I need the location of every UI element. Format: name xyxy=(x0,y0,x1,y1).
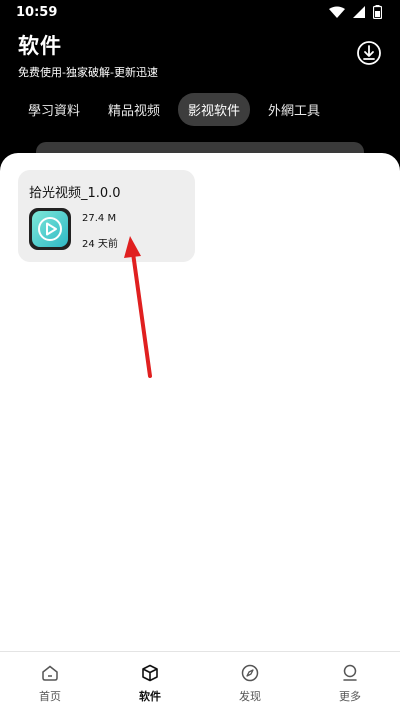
status-bar: 10:59 xyxy=(0,0,400,24)
page-header: 软件 免费使用-独家破解-更新迅速 xyxy=(18,30,382,80)
app-card-time: 24 天前 xyxy=(82,239,118,250)
page-title: 软件 xyxy=(18,34,62,58)
app-icon xyxy=(29,208,71,250)
tab-video-software[interactable]: 影视软件 xyxy=(178,93,251,126)
download-icon xyxy=(356,41,382,70)
tab-premium-videos[interactable]: 精品视频 xyxy=(98,93,170,126)
nav-discover[interactable]: 发现 xyxy=(200,652,300,713)
cube-icon xyxy=(141,664,159,688)
bottom-nav: 首页 软件 发现 更多 xyxy=(0,651,400,713)
category-tabs: 學习資料 精品视频 影视软件 外網工具 xyxy=(18,93,330,126)
nav-software[interactable]: 软件 xyxy=(100,652,200,713)
status-icons xyxy=(329,5,382,19)
compass-icon xyxy=(241,664,259,688)
app-card[interactable]: 拾光视频_1.0.0 27.4 M 24 天前 xyxy=(18,170,195,262)
nav-more-label: 更多 xyxy=(339,690,361,703)
download-button[interactable] xyxy=(356,40,382,66)
app-card-size: 27.4 M xyxy=(82,213,117,224)
tab-study-materials[interactable]: 學习資料 xyxy=(18,93,90,126)
signal-icon xyxy=(353,5,365,19)
nav-home[interactable]: 首页 xyxy=(0,652,100,713)
battery-icon xyxy=(373,5,382,19)
play-icon xyxy=(29,211,71,254)
wifi-icon xyxy=(329,6,345,19)
status-time: 10:59 xyxy=(16,4,58,20)
nav-discover-label: 发现 xyxy=(239,690,261,703)
page-subtitle: 免费使用-独家破解-更新迅速 xyxy=(18,66,158,79)
home-icon xyxy=(41,664,59,688)
tab-external-tools[interactable]: 外網工具 xyxy=(258,93,330,126)
nav-more[interactable]: 更多 xyxy=(300,652,400,713)
nav-software-label: 软件 xyxy=(139,690,161,703)
app-card-title: 拾光视频_1.0.0 xyxy=(29,186,121,201)
person-icon xyxy=(341,664,359,688)
nav-home-label: 首页 xyxy=(39,690,61,703)
